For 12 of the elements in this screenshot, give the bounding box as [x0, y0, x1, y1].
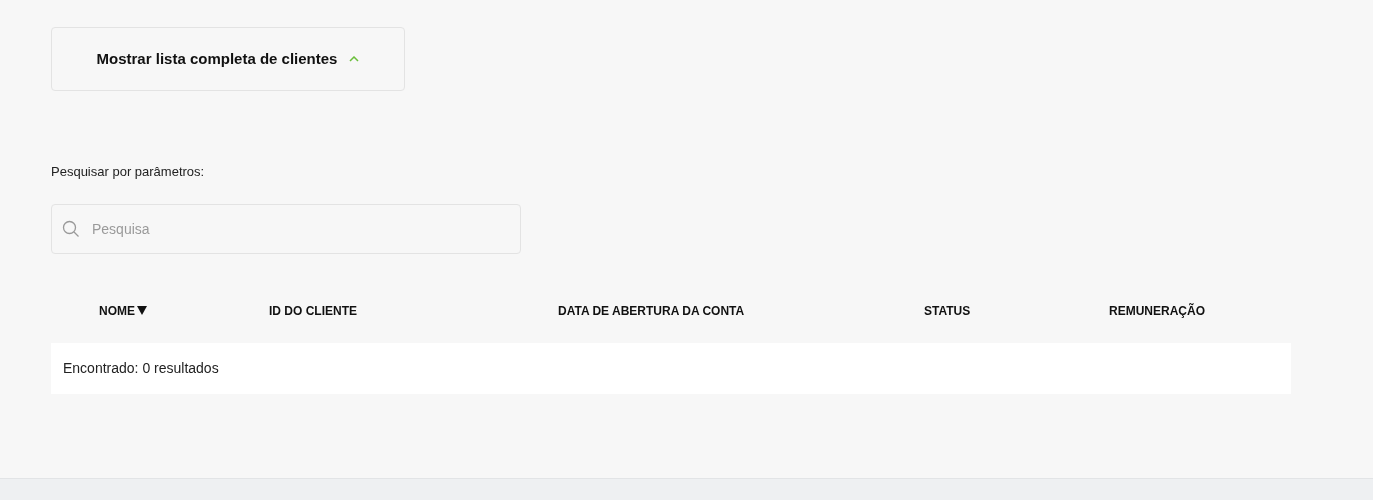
sort-descending-icon — [137, 306, 147, 315]
column-header[interactable]: NOME — [51, 301, 269, 320]
search-label: Pesquisar por parâmetros: — [51, 163, 206, 181]
search-field[interactable]: Pesquisa — [51, 203, 521, 254]
show-client-list-toggle[interactable]: Mostrar lista completa de clientes — [51, 27, 405, 91]
column-header[interactable]: DATA DE ABERTURA DA CONTA — [558, 301, 924, 320]
column-header[interactable]: ID DO CLIENTE — [269, 301, 558, 320]
column-header[interactable]: REMUNERAÇÃO — [1109, 301, 1291, 320]
column-header[interactable]: STATUS — [924, 301, 1109, 320]
chevron-up-icon — [349, 56, 360, 62]
results-count: Encontrado: 0 resultados — [63, 358, 219, 378]
search-icon — [62, 219, 80, 238]
